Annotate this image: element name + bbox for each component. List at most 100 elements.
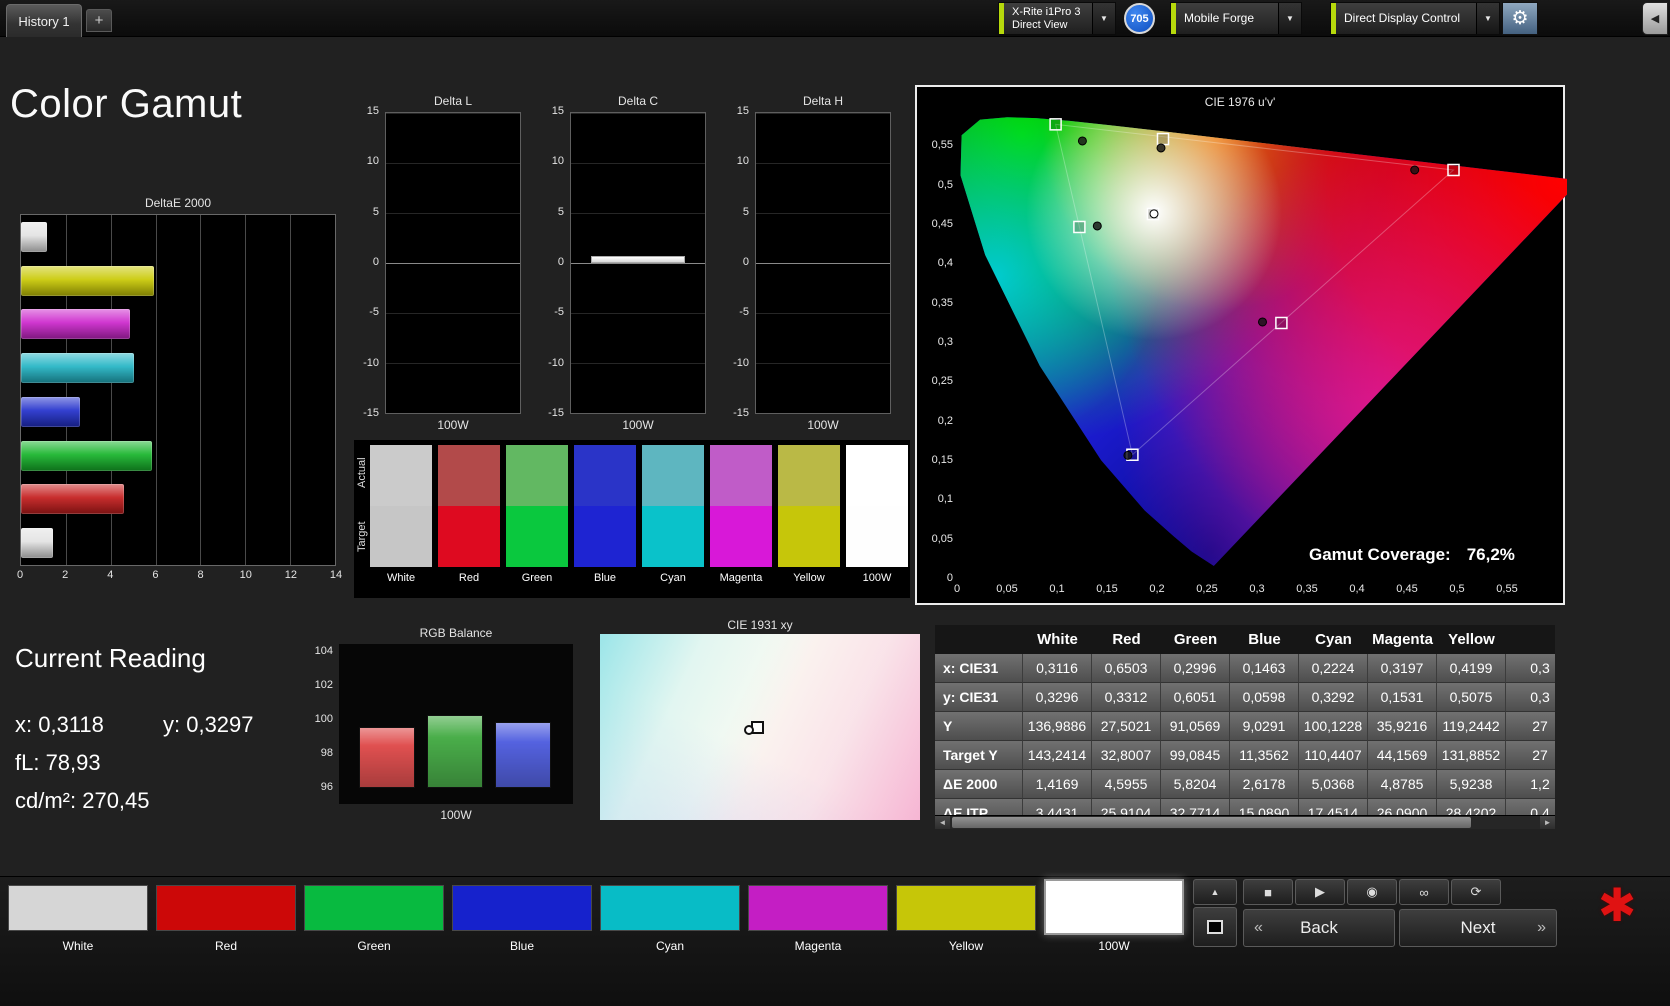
scrollbar-thumb[interactable] — [952, 817, 1472, 828]
y-axis-tick: 10 — [551, 155, 564, 168]
swatch-column-cyan: Cyan — [642, 445, 704, 589]
y-axis-tick: 15 — [366, 105, 379, 117]
y-axis-tick: -10 — [733, 356, 749, 369]
table-header-cell: Green — [1161, 625, 1230, 654]
x-axis-tick: 0,4 — [1349, 583, 1365, 595]
patch-label-yellow: Yellow — [948, 939, 984, 953]
y-axis-tick: 0,55 — [931, 139, 953, 152]
y-axis-tick: -10 — [548, 356, 564, 369]
y-axis-tick: 0 — [742, 256, 749, 268]
y-axis-tick: -15 — [733, 407, 749, 419]
swatch-actual-white — [370, 445, 432, 506]
x-axis-tick: 0,15 — [1096, 583, 1118, 595]
source-dropdown-arrow-icon[interactable]: ▼ — [1278, 3, 1301, 34]
table-cell: 119,2442 — [1437, 712, 1506, 741]
table-cell: 32,8007 — [1092, 741, 1161, 770]
table-header-cell: Blue — [1230, 625, 1299, 654]
gridline — [756, 213, 890, 214]
delta-c-bar — [591, 255, 685, 263]
loop-button[interactable]: ⟳ — [1451, 879, 1501, 905]
scroll-up-button[interactable]: ▲ — [1193, 879, 1237, 905]
target-row-label: Target — [356, 521, 368, 553]
y-axis-tick: 0,1 — [937, 493, 953, 506]
table-cell: 27,5021 — [1092, 712, 1161, 741]
back-label: Back — [1300, 918, 1338, 937]
y-axis-tick: 0 — [557, 256, 564, 268]
actual-row-label: Actual — [356, 457, 368, 489]
table-cell: 1,2 — [1506, 770, 1555, 799]
deltae-bar-100w — [21, 221, 47, 252]
swatch-column-white: White — [370, 445, 432, 589]
scroll-left-icon[interactable]: ◄ — [935, 816, 950, 829]
results-table: White Red Green Blue Cyan Magenta Yellow x: CIE… — [935, 625, 1555, 829]
swatch-target-green — [506, 506, 568, 567]
meter-line2: Direct View — [1012, 18, 1068, 31]
patch-button-green[interactable] — [304, 885, 444, 931]
x-axis-tick: 0,2 — [1149, 583, 1165, 595]
tab-history-1[interactable]: History 1 — [6, 4, 82, 37]
measure-button[interactable]: ◉ — [1347, 879, 1397, 905]
x-axis-tick: 0,1 — [1049, 583, 1065, 595]
next-button[interactable]: Next » — [1399, 909, 1557, 947]
deltae-bar-row — [21, 309, 335, 340]
zero-gridline — [386, 263, 520, 264]
stop-button[interactable]: ■ — [1243, 879, 1293, 905]
y-axis-tick: 0,2 — [937, 414, 953, 427]
gridline — [571, 363, 705, 364]
display-control-dropdown-arrow-icon[interactable]: ▼ — [1476, 3, 1499, 34]
swatch-label-red: Red — [458, 572, 480, 584]
measurement-dot-red — [1410, 165, 1420, 175]
delta-h-chart: Delta H 100W 15 10 5 0 -5 -10 -15 — [713, 94, 893, 432]
table-scrollbar[interactable]: ◄ ► — [935, 815, 1555, 829]
x-axis-tick: 0,45 — [1396, 583, 1418, 595]
patch-label-red: Red — [214, 939, 237, 953]
x-axis-tick: 6 — [152, 569, 159, 581]
delta-h-plot-area — [755, 112, 891, 414]
target-marker-cyan — [1073, 220, 1086, 234]
swatch-actual-red — [438, 445, 500, 506]
swatch-target-100w — [846, 506, 908, 567]
gridline — [756, 113, 890, 114]
play-button[interactable]: ▶ — [1295, 879, 1345, 905]
settings-gear-icon[interactable]: ⚙ — [1502, 2, 1538, 35]
patch-button-red[interactable] — [156, 885, 296, 931]
swatch-column-blue: Blue — [574, 445, 636, 589]
swatch-target-red — [438, 506, 500, 567]
patch-button-cyan[interactable] — [600, 885, 740, 931]
scroll-right-icon[interactable]: ► — [1540, 816, 1555, 829]
scrollbar-track[interactable] — [950, 817, 1540, 828]
meter-dropdown-arrow-icon[interactable]: ▼ — [1092, 3, 1115, 34]
x-axis-tick: 0,35 — [1296, 583, 1318, 595]
patch-button-100w[interactable] — [1044, 879, 1184, 935]
table-cell: 0,3 — [1506, 654, 1555, 683]
swatch-column-yellow: Yellow — [778, 445, 840, 589]
delta-h-title: Delta H — [802, 94, 843, 108]
swatch-column-100w: 100W — [846, 445, 908, 589]
source-dropdown[interactable]: Mobile Forge ▼ — [1170, 2, 1302, 35]
y-axis-tick: 0,4 — [937, 257, 953, 270]
meter-dropdown[interactable]: X-Rite i1Pro 3 Direct View ▼ — [998, 2, 1116, 35]
pattern-window-button[interactable] — [1193, 907, 1237, 947]
gridline — [386, 413, 520, 414]
back-button[interactable]: « Back — [1243, 909, 1395, 947]
swatch-actual-100w — [846, 445, 908, 506]
results-table-grid: White Red Green Blue Cyan Magenta Yellow x: CIE… — [935, 625, 1555, 828]
y-axis-tick: 0,15 — [931, 453, 953, 466]
collapse-panel-icon[interactable]: ◀ — [1642, 2, 1668, 35]
patch-button-white[interactable] — [8, 885, 148, 931]
delta-c-title: Delta C — [617, 94, 658, 108]
continuous-measure-button[interactable]: ∞ — [1399, 879, 1449, 905]
patch-label-white: White — [62, 939, 94, 953]
gridline — [571, 313, 705, 314]
patch-button-magenta[interactable] — [748, 885, 888, 931]
deltae-bar-magenta — [21, 309, 131, 340]
y-axis-tick: 0,45 — [931, 217, 953, 230]
display-control-dropdown[interactable]: Direct Display Control ▼ — [1330, 2, 1500, 35]
patch-button-blue[interactable] — [452, 885, 592, 931]
target-marker-yellow — [1156, 132, 1170, 146]
table-cell: 0,6051 — [1161, 683, 1230, 712]
table-cell: 143,2414 — [1023, 741, 1092, 770]
swatch-actual-cyan — [642, 445, 704, 506]
patch-button-yellow[interactable] — [896, 885, 1036, 931]
new-tab-button[interactable]: + — [86, 9, 112, 32]
